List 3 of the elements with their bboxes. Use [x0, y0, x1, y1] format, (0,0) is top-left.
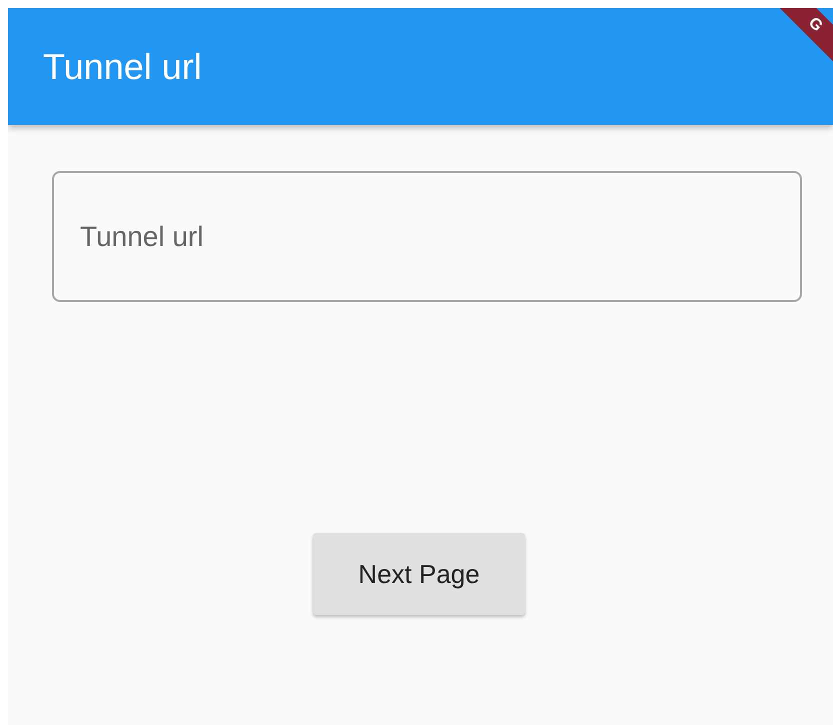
- app-bar-title: Tunnel url: [43, 44, 202, 88]
- url-field[interactable]: Tunnel url: [52, 171, 802, 302]
- next-page-button[interactable]: Next Page: [313, 533, 525, 615]
